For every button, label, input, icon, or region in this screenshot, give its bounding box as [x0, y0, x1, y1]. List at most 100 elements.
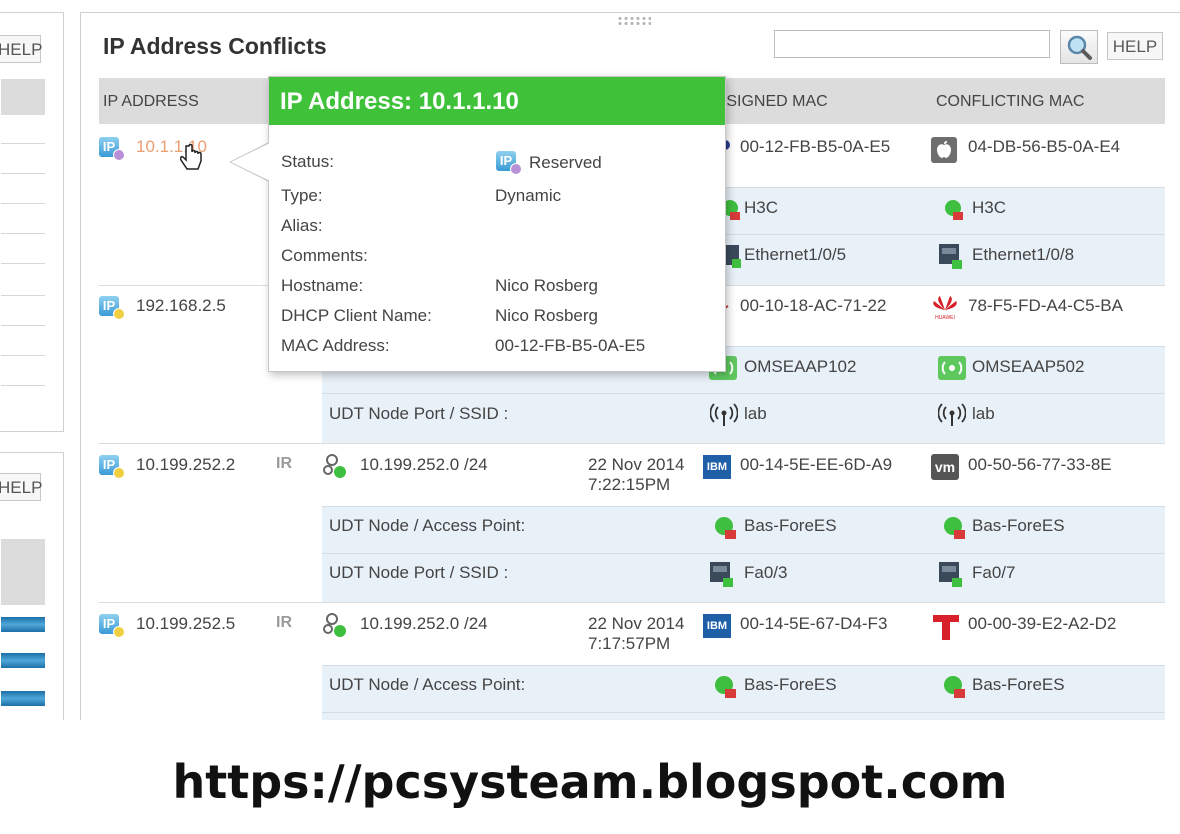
left-help-button-top[interactable]: HELP [0, 35, 42, 63]
status-dot [113, 308, 125, 320]
divider [1, 355, 45, 356]
tooltip-label: Hostname: [281, 276, 364, 295]
switch-node-icon [944, 676, 965, 698]
col-conflicting-mac[interactable]: CONFLICTING MAC [936, 93, 1084, 111]
tooltip-label: Alias: [281, 216, 323, 235]
switch-node-icon [945, 200, 963, 220]
conflicting-mac: 00-00-39-E2-A2-D2 [968, 614, 1117, 633]
help-button[interactable]: HELP [1107, 32, 1163, 60]
ibm-logo-icon: IBM [703, 614, 731, 638]
left-panel-header [1, 539, 45, 605]
node-a: Bas-ForeES [744, 516, 837, 535]
row-divider [99, 443, 1165, 444]
left-help-button-bottom[interactable]: HELP [0, 473, 42, 501]
conflicting-mac: 04-DB-56-B5-0A-E4 [968, 137, 1121, 156]
ibm-logo-icon: IBM [703, 455, 731, 479]
node-b: OMSEAAP502 [972, 357, 1085, 376]
last-seen-date: 22 Nov 2014 [588, 455, 685, 474]
port-a: Fa0/3 [744, 563, 788, 582]
divider [1, 143, 45, 144]
subnet: 10.199.252.0 /24 [360, 614, 488, 633]
tooltip-value: Dynamic [495, 186, 562, 205]
node-b: H3C [972, 198, 1007, 217]
t-logo-icon [933, 615, 959, 640]
tooltip-value: Reserved [529, 153, 602, 172]
subnet-icon [323, 613, 346, 637]
left-panel-bottom: HELP [0, 452, 64, 754]
node-b: Bas-ForeES [972, 516, 1065, 535]
search-button[interactable] [1060, 30, 1098, 64]
tooltip-header: IP Address: 10.1.1.10 [269, 77, 725, 125]
tooltip-value: Nico Rosberg [495, 306, 598, 325]
tooltip-label: MAC Address: [281, 336, 390, 355]
assigned-mac: 00-14-5E-EE-6D-A9 [740, 455, 893, 474]
tooltip-value: Nico Rosberg [495, 276, 598, 295]
status-dot [113, 149, 125, 161]
node-a: Bas-ForeES [744, 675, 837, 694]
assigned-mac: 00-12-FB-B5-0A-E5 [740, 137, 891, 156]
search-icon [1067, 35, 1092, 60]
access-point-icon [938, 356, 966, 380]
ip-address-link[interactable]: 192.168.2.5 [136, 296, 226, 316]
node-b: Bas-ForeES [972, 675, 1065, 694]
tooltip-arrow-inner [231, 143, 270, 181]
node-a: OMSEAAP102 [744, 357, 857, 376]
ir-icon: IR [276, 614, 292, 631]
tooltip-value: 00-12-FB-B5-0A-E5 [495, 336, 646, 355]
left-panel-top: HELP [0, 12, 64, 432]
huawei-logo-icon: HUAWEI [933, 296, 957, 321]
port-icon [939, 562, 962, 587]
wifi-icon [710, 403, 738, 426]
panel-title: IP Address Conflicts [103, 33, 327, 59]
port-b: lab [972, 404, 995, 423]
port-b: Fa0/7 [972, 563, 1016, 582]
ip-address-link[interactable]: 10.199.252.2 [136, 455, 235, 475]
row-divider [99, 602, 1165, 603]
port-label: UDT Node Port / SSID : [329, 563, 509, 582]
tooltip-label: Comments: [281, 246, 368, 265]
tooltip-title: IP Address: 10.1.1.10 [280, 88, 519, 115]
tooltip-label: Status: [281, 152, 334, 171]
last-seen-date: 22 Nov 2014 [588, 614, 685, 633]
status-dot [510, 163, 522, 175]
left-panel-header [1, 79, 45, 115]
switch-node-icon [715, 676, 736, 698]
status-dot [113, 626, 125, 638]
divider [1, 263, 45, 264]
tooltip-label: Type: [281, 186, 323, 205]
assigned-mac: 00-10-18-AC-71-22 [740, 296, 887, 315]
divider [1, 233, 45, 234]
ir-icon: IR [276, 455, 292, 472]
subnet-icon [323, 454, 346, 478]
progress-bar [1, 653, 45, 668]
ip-tooltip: IP Address: 10.1.1.10 [268, 76, 726, 372]
conflicting-mac: 78-F5-FD-A4-C5-BA [968, 296, 1123, 315]
assigned-mac: 00-14-5E-67-D4-F3 [740, 614, 888, 633]
search-input[interactable] [774, 30, 1050, 58]
hand-cursor-icon [180, 143, 202, 170]
progress-bar [1, 617, 45, 632]
col-ip-address[interactable]: IP ADDRESS [103, 93, 199, 111]
vmware-logo-icon: vm [931, 454, 959, 480]
ip-address-link[interactable]: 10.199.252.5 [136, 614, 235, 634]
progress-bar [1, 691, 45, 706]
port-b: Ethernet1/0/8 [972, 245, 1075, 264]
divider [1, 295, 45, 296]
port-a: lab [744, 404, 767, 423]
port-icon [939, 244, 962, 269]
divider [1, 325, 45, 326]
drag-handle[interactable] [617, 16, 651, 26]
node-label: UDT Node / Access Point: [329, 675, 526, 694]
svg-text:HUAWEI: HUAWEI [935, 315, 955, 321]
port-icon [710, 562, 733, 587]
tooltip-label: DHCP Client Name: [281, 306, 432, 325]
divider [1, 385, 45, 386]
wifi-icon [938, 403, 966, 426]
port-a: Ethernet1/0/5 [744, 245, 847, 264]
apple-icon [931, 137, 957, 163]
divider [1, 173, 45, 174]
node-label: UDT Node / Access Point: [329, 516, 526, 535]
divider [1, 203, 45, 204]
port-label: UDT Node Port / SSID : [329, 404, 509, 423]
subnet: 10.199.252.0 /24 [360, 455, 488, 474]
